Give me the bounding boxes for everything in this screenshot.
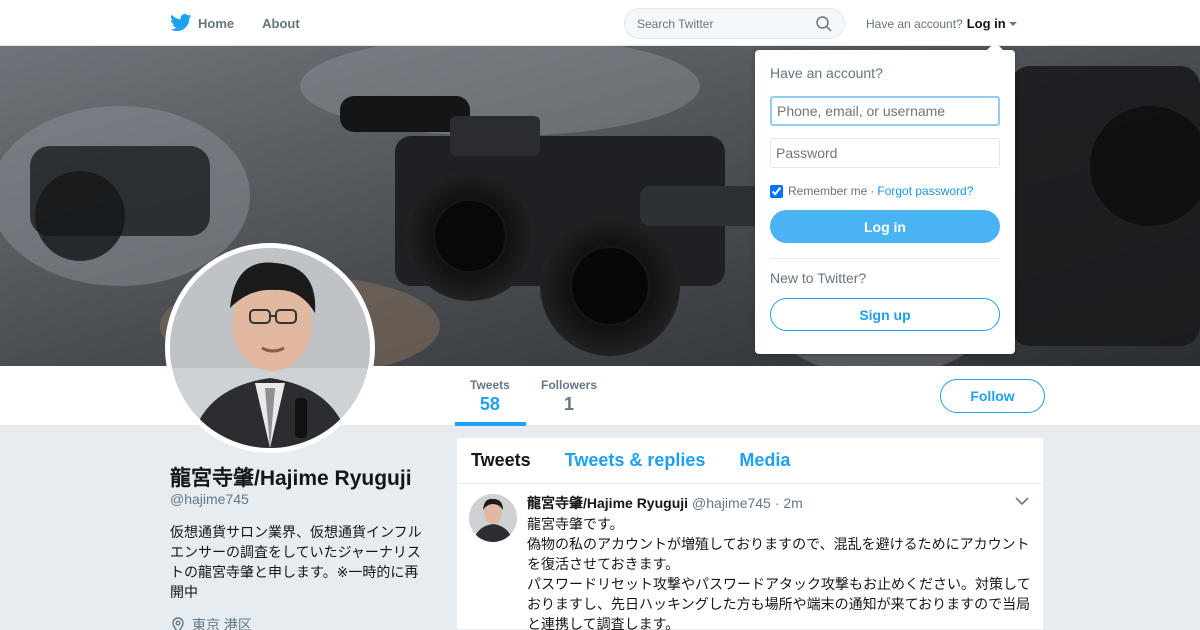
tweets-stat[interactable]: Tweets 58 [470, 378, 510, 415]
account-login-toggle[interactable]: Have an account? Log in [866, 16, 1017, 31]
tweet-author-handle[interactable]: @hajime745 [692, 495, 771, 511]
nav-home-label: Home [198, 15, 235, 31]
login-link[interactable]: Log in [967, 16, 1006, 31]
tweet-avatar[interactable] [469, 494, 517, 542]
search-placeholder: Search Twitter [637, 16, 714, 31]
tab-media[interactable]: Media [739, 450, 790, 471]
login-dropdown-title: Have an account? [770, 65, 883, 81]
caret-down-icon [1008, 21, 1017, 26]
profile-name[interactable]: 龍宮寺肇/Hajime Ryuguji [170, 462, 412, 492]
location-pin-icon [172, 617, 184, 630]
remember-separator: · [870, 184, 875, 198]
tweet-header: 龍宮寺肇/Hajime Ryuguji @hajime745 · 2m [527, 493, 1029, 513]
top-navbar: Home About Search Twitter Have an accoun… [0, 0, 1200, 46]
remember-me-checkbox[interactable] [770, 184, 783, 198]
login-dropdown: Have an account? Remember me · Forgot pa… [755, 42, 1015, 354]
tweet-text: 龍宮寺肇です。 偽物の私のアカウントが増殖しておりますので、混乱を避けるためにア… [527, 516, 1031, 630]
have-account-text: Have an account? [866, 16, 963, 31]
signup-button[interactable]: Sign up [770, 298, 1000, 331]
tweets-stat-label: Tweets [470, 378, 510, 392]
login-button[interactable]: Log in [770, 210, 1000, 243]
profile-handle: @hajime745 [170, 491, 249, 507]
tweets-stat-count: 58 [479, 394, 500, 414]
forgot-password-link[interactable]: Forgot password? [877, 184, 973, 198]
timeline: Tweets Tweets & replies Media 龍宮寺肇/Hajim… [456, 437, 1044, 630]
tab-tweets-replies[interactable]: Tweets & replies [565, 450, 706, 471]
username-field[interactable] [770, 96, 1000, 126]
search-icon[interactable] [816, 15, 832, 32]
tweet-item[interactable]: 龍宮寺肇/Hajime Ryuguji @hajime745 · 2m 龍宮寺肇… [457, 484, 1043, 630]
twitter-bird-icon [170, 14, 192, 32]
timeline-tabs: Tweets Tweets & replies Media [457, 438, 1043, 484]
search-input[interactable]: Search Twitter [624, 8, 845, 39]
followers-stat-label: Followers [541, 378, 598, 392]
new-to-twitter-text: New to Twitter? [770, 270, 867, 286]
chevron-down-icon[interactable] [1015, 496, 1029, 506]
followers-stat-count: 1 [564, 394, 575, 414]
active-stat-underline [455, 422, 526, 426]
remember-me-label[interactable]: Remember me [788, 184, 867, 198]
follow-button[interactable]: Follow [940, 379, 1045, 413]
dropdown-divider [770, 258, 1000, 259]
nav-about-label: About [262, 15, 300, 31]
password-field[interactable] [770, 138, 1000, 168]
nav-about[interactable]: About [262, 16, 300, 31]
tweet-timestamp[interactable]: · 2m [775, 495, 803, 511]
profile-bio: 仮想通貨サロン業界、仮想通貨インフルエンサーの調査をしていたジャーナリストの龍宮… [170, 524, 422, 600]
profile-location: 東京 港区 [170, 615, 252, 630]
tweet-author-name[interactable]: 龍宮寺肇/Hajime Ryuguji [527, 493, 688, 513]
remember-row: Remember me · Forgot password? [770, 184, 1000, 198]
followers-stat[interactable]: Followers 1 [541, 378, 597, 415]
profile-location-text: 東京 港区 [192, 617, 252, 630]
profile-avatar[interactable] [165, 243, 375, 453]
nav-home[interactable]: Home [170, 14, 234, 32]
tab-tweets[interactable]: Tweets [471, 450, 531, 471]
